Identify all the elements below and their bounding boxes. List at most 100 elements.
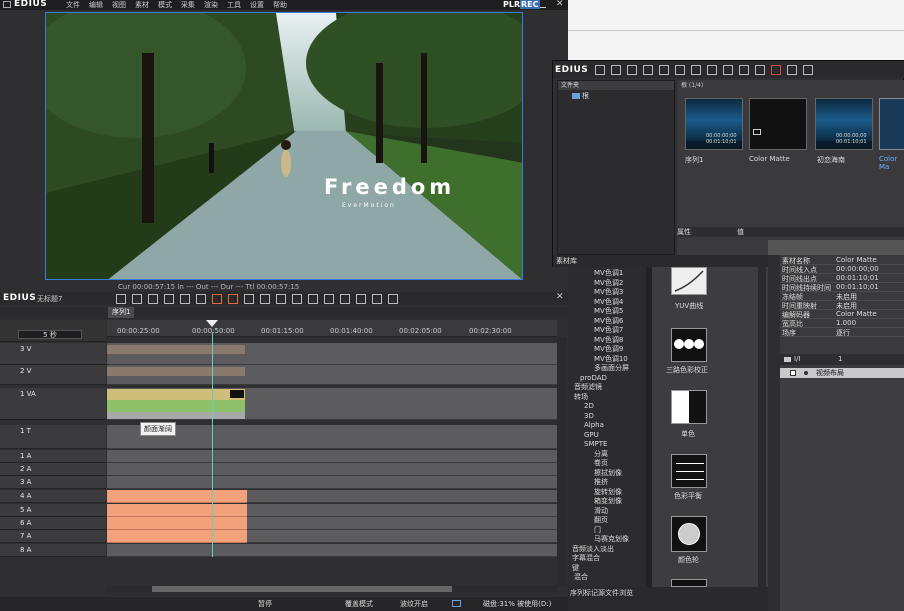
effect-tile-balance[interactable]	[671, 454, 707, 488]
tree-item[interactable]: 卷页	[570, 459, 648, 469]
open-clip-icon[interactable]	[643, 65, 653, 75]
delete-icon[interactable]	[771, 65, 781, 75]
tree-item[interactable]: 音频滤镜	[570, 383, 648, 393]
paste-icon[interactable]	[723, 65, 733, 75]
title-icon[interactable]	[324, 294, 334, 304]
up-icon[interactable]	[627, 65, 637, 75]
tree-item[interactable]: proDAD	[570, 374, 648, 384]
track-lane-2a[interactable]	[107, 463, 557, 476]
clip-thumb-colormatte2[interactable]	[879, 98, 904, 150]
menu-tools[interactable]: 工具	[227, 1, 241, 9]
tree-item[interactable]: 旋转划像	[570, 488, 648, 498]
layout-icon[interactable]	[372, 294, 382, 304]
menu-view[interactable]: 视图	[112, 1, 126, 9]
root-folder-label[interactable]: 根	[582, 91, 589, 101]
effect-tile-3way[interactable]	[671, 328, 707, 362]
cut-icon[interactable]	[691, 65, 701, 75]
minimize-icon[interactable]	[540, 2, 546, 8]
tab-sequence1[interactable]: 序列1	[108, 307, 135, 318]
tree-item[interactable]: 多画面分屏	[570, 364, 648, 374]
timeline-close-icon[interactable]: ✕	[556, 292, 564, 302]
tree-item[interactable]: GPU	[570, 431, 648, 441]
menu-render[interactable]: 渲染	[204, 1, 218, 9]
clip-1va-bottom[interactable]	[107, 412, 245, 419]
playhead-marker-icon[interactable]	[206, 320, 218, 327]
track-lane-8a[interactable]	[107, 544, 557, 557]
tree-item[interactable]: 3D	[570, 412, 648, 422]
track-header-2a[interactable]: 2 A	[0, 463, 106, 476]
ripple-delete-icon[interactable]	[228, 294, 238, 304]
hscroll-thumb[interactable]	[152, 586, 452, 592]
clip-1va-audio[interactable]	[107, 400, 245, 412]
tree-item[interactable]: Alpha	[570, 421, 648, 431]
tree-item[interactable]: 2D	[570, 402, 648, 412]
clip-7a[interactable]	[107, 530, 247, 543]
track-header-3a[interactable]: 3 A	[0, 476, 106, 489]
tree-item[interactable]: 字幕混合	[570, 554, 648, 564]
clip-thumb-chulian[interactable]: 00:00:00;00 00:01:10;01	[815, 98, 873, 150]
add-to-timeline-icon[interactable]	[755, 65, 765, 75]
clip-label-colormatte[interactable]: Color Matte	[749, 155, 790, 163]
tree-item[interactable]: MV色调5	[570, 307, 648, 317]
zoom-field[interactable]: 5 秒	[18, 330, 82, 339]
tree-item[interactable]: SMPTE	[570, 440, 648, 450]
render-icon[interactable]	[356, 294, 366, 304]
tree-item[interactable]: MV色调3	[570, 288, 648, 298]
track-lane-3a[interactable]	[107, 476, 557, 489]
track-header-3v[interactable]: 3 V	[0, 343, 106, 365]
clip-thumb-sequence[interactable]: 00:00:00;00 00:01:10;01	[685, 98, 743, 150]
tree-item[interactable]: 混合	[570, 573, 648, 583]
tree-item[interactable]: 分离	[570, 450, 648, 460]
effects-scrollbar[interactable]	[646, 267, 652, 587]
rec-toggle[interactable]: REC	[520, 0, 540, 9]
tree-item[interactable]: 音频淡入淡出	[570, 545, 648, 555]
tree-item[interactable]: 擦拭划像	[570, 469, 648, 479]
effect-tile-wheel[interactable]	[671, 516, 707, 552]
clip-label-colormatte2[interactable]: Color Ma	[879, 155, 904, 171]
redo-icon[interactable]	[260, 294, 270, 304]
mixer-icon[interactable]	[388, 294, 398, 304]
menu-edit[interactable]: 编辑	[89, 1, 103, 9]
menu-help[interactable]: 帮助	[273, 1, 287, 9]
tree-item[interactable]: 马赛克划像	[570, 535, 648, 545]
clip-1va-video[interactable]	[107, 389, 245, 400]
tree-item[interactable]: MV色调4	[570, 298, 648, 308]
mic-icon[interactable]	[340, 294, 350, 304]
cut-icon[interactable]	[164, 294, 174, 304]
close-icon[interactable]: ✕	[556, 0, 564, 9]
properties-icon[interactable]	[787, 65, 797, 75]
track-header-5a[interactable]: 5 A	[0, 504, 106, 517]
clip-label-chulian[interactable]: 初恋海南	[817, 155, 845, 165]
tiles-scrollbar[interactable]	[758, 267, 766, 587]
track-header-1a[interactable]: 1 A	[0, 450, 106, 463]
clip-6a[interactable]	[107, 517, 247, 530]
tree-item[interactable]: 滑动	[570, 507, 648, 517]
tree-item[interactable]: 箱变划像	[570, 497, 648, 507]
tree-item[interactable]: MV色调10	[570, 355, 648, 365]
text-icon[interactable]	[659, 65, 669, 75]
tree-item[interactable]: 门	[570, 526, 648, 536]
delete-icon[interactable]	[212, 294, 222, 304]
clip-1va-end[interactable]	[230, 390, 244, 398]
plr-toggle[interactable]: PLR	[503, 0, 520, 9]
track-header-1va[interactable]: 1 VA	[0, 388, 106, 420]
monitor-icon[interactable]	[675, 65, 685, 75]
tab-bin[interactable]: 素材库	[556, 256, 577, 266]
mode-icon[interactable]	[276, 294, 286, 304]
clip-thumb-colormatte[interactable]	[749, 98, 807, 150]
track-lane-1a[interactable]	[107, 450, 557, 463]
tree-item[interactable]: MV色调1	[570, 269, 648, 279]
track-header-2v[interactable]: 2 V	[0, 365, 106, 385]
effect-tile-partial[interactable]	[671, 579, 707, 587]
open-icon[interactable]	[132, 294, 142, 304]
new-icon[interactable]	[116, 294, 126, 304]
effect-tile-yuv[interactable]	[671, 267, 707, 295]
tree-item[interactable]: MV色调9	[570, 345, 648, 355]
save-icon[interactable]	[148, 294, 158, 304]
copy-icon[interactable]	[180, 294, 190, 304]
tree-item[interactable]: MV色调2	[570, 279, 648, 289]
copy-icon[interactable]	[707, 65, 717, 75]
clip-3v[interactable]	[107, 345, 245, 354]
track-header-6a[interactable]: 6 A	[0, 517, 106, 530]
tree-item[interactable]: MV色调6	[570, 317, 648, 327]
